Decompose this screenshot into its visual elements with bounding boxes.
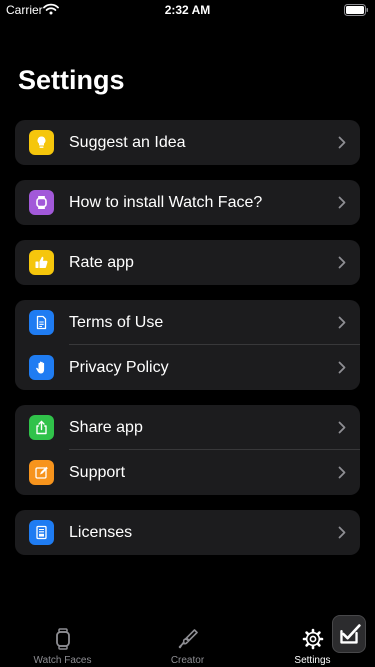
chevron-right-icon [338, 316, 346, 329]
checkmark-icon [340, 624, 361, 644]
suggest-idea-label: Suggest an Idea [69, 134, 186, 151]
license-icon [29, 520, 54, 545]
tab-creator-label: Creator [170, 655, 205, 666]
install-watch-face-label: How to install Watch Face? [69, 194, 263, 211]
chevron-right-icon [338, 256, 346, 269]
chevron-right-icon [338, 136, 346, 149]
chevron-right-icon [338, 421, 346, 434]
settings-group: How to install Watch Face? [15, 180, 360, 225]
chevron-right-icon [338, 361, 346, 374]
install-watch-face-row[interactable]: How to install Watch Face? [15, 180, 360, 225]
support-label: Support [69, 464, 126, 481]
tab-creator[interactable]: Creator [125, 617, 250, 667]
licenses-label: Licenses [69, 524, 133, 541]
gear-icon [302, 628, 323, 650]
licenses-row[interactable]: Licenses [15, 510, 360, 555]
terms-of-use-row[interactable]: Terms of Use [15, 300, 360, 345]
battery-icon [344, 4, 368, 16]
share-icon [29, 415, 54, 440]
page-title: Settings [18, 65, 125, 95]
chevron-right-icon [338, 196, 346, 209]
settings-group: Share app Support [15, 405, 360, 495]
watch-icon [55, 628, 70, 650]
lightbulb-icon [29, 130, 54, 155]
chevron-right-icon [338, 466, 346, 479]
chevron-right-icon [338, 526, 346, 539]
thumbs-up-icon [29, 250, 54, 275]
privacy-policy-label: Privacy Policy [69, 359, 169, 376]
support-row[interactable]: Support [15, 450, 360, 495]
share-app-label: Share app [69, 419, 143, 436]
tab-watch-faces-label: Watch Faces [33, 655, 92, 666]
settings-group: Licenses [15, 510, 360, 555]
settings-group: Suggest an Idea [15, 120, 360, 165]
share-app-row[interactable]: Share app [15, 405, 360, 450]
settings-group: Terms of Use Privacy Policy [15, 300, 360, 390]
suggest-idea-row[interactable]: Suggest an Idea [15, 120, 360, 165]
status-bar: Carrier 2:32 AM [0, 0, 375, 20]
edit-icon [29, 460, 54, 485]
hand-icon [29, 355, 54, 380]
terms-of-use-label: Terms of Use [69, 314, 164, 331]
tab-settings-label: Settings [294, 655, 331, 666]
settings-group: Rate app [15, 240, 360, 285]
check-badge [332, 615, 366, 653]
rate-app-row[interactable]: Rate app [15, 240, 360, 285]
watch-icon [29, 190, 54, 215]
tab-watch-faces[interactable]: Watch Faces [0, 617, 125, 667]
brush-icon [178, 629, 198, 649]
status-time: 2:32 AM [164, 3, 211, 17]
tab-bar: Watch Faces Creator Settings [0, 617, 375, 667]
rate-app-label: Rate app [69, 254, 134, 271]
document-icon [29, 310, 54, 335]
privacy-policy-row[interactable]: Privacy Policy [15, 345, 360, 390]
